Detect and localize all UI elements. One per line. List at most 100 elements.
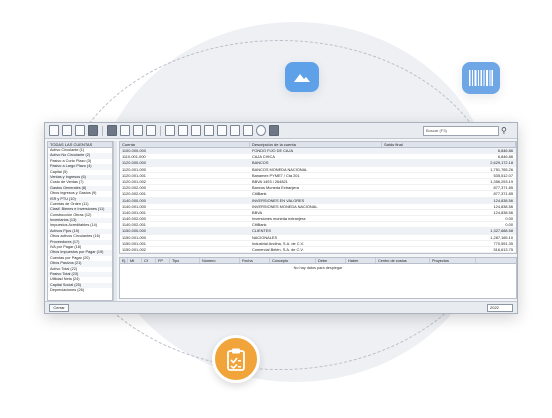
cell-description: Banamex PYME7 / Cta 201 — [252, 172, 300, 178]
cell-description: Comercial Belén, S.A. de C.V. — [252, 247, 304, 252]
cell-account: 1120-002-001 — [122, 191, 146, 197]
cell-balance: 1,751,765.26 — [490, 166, 513, 172]
detail-column-header[interactable]: Tipo — [170, 258, 200, 263]
cell-description: BANCOS — [252, 160, 269, 166]
list-item[interactable]: Depreciaciones (26) — [48, 288, 112, 293]
column-header-account[interactable]: Cuenta — [120, 142, 250, 147]
cell-account: 1120-000-000 — [122, 160, 146, 166]
cell-balance: 535,512.07 — [493, 172, 513, 178]
copy-document-icon[interactable] — [62, 125, 72, 136]
cell-balance: 0.00 — [505, 216, 513, 222]
cell-balance: 6,846.86 — [497, 154, 513, 160]
detail-header: Ej Mt Cf FP Tipo Número Fecha Concepto Debe Haber… — [120, 258, 516, 264]
detail-column-header[interactable]: Número — [200, 258, 240, 263]
table-row[interactable]: 1150-001-002 Comercial Belén, S.A. de C.V… — [120, 247, 516, 253]
report-icon[interactable] — [133, 125, 143, 136]
cell-account: 1120-002-000 — [122, 185, 146, 191]
image-card — [285, 62, 319, 92]
detail-column-header[interactable]: Proyectos — [430, 258, 476, 263]
detail-column-header[interactable]: Ej — [120, 258, 128, 263]
refresh-icon[interactable] — [230, 125, 240, 136]
cell-balance: 124,838.56 — [493, 203, 513, 209]
cell-balance: 124,838.56 — [493, 197, 513, 203]
cell-balance: 0.00 — [505, 222, 513, 228]
merge-icon[interactable] — [178, 125, 188, 136]
cell-account: 1140-001-000 — [122, 203, 146, 209]
accounts-grid: Cuenta Descripción de la cuenta Saldo fi… — [119, 141, 517, 254]
filter-icon[interactable] — [88, 125, 98, 136]
cell-description: INVERSIONES EN VALORES — [252, 197, 305, 203]
cell-balance: 1,327,688.58 — [490, 228, 513, 234]
detail-column-header[interactable]: Fecha — [240, 258, 270, 263]
empty-message: No hay datos para desplegar — [293, 266, 343, 270]
print-icon[interactable] — [107, 125, 117, 136]
cell-description: FONDO FIJO DE CAJA — [252, 148, 294, 153]
search-icon[interactable]: ⚲ — [501, 126, 511, 136]
cell-description: Bancos Moneda Extranjera — [252, 185, 299, 191]
cell-balance: 877,371.85 — [493, 185, 513, 191]
settings-icon[interactable] — [243, 125, 253, 136]
cell-account: 1140-002-000 — [122, 216, 146, 222]
column-header-description[interactable]: Descripción de la cuenta — [250, 142, 382, 147]
detail-column-header[interactable]: Haber — [346, 258, 376, 263]
cell-account: 1140-001-001 — [122, 209, 146, 215]
cell-description: NACIONALES — [252, 234, 278, 240]
cell-description: Industrial Andina, S.A. de C.V. — [252, 240, 304, 246]
app-window: Buscar (F3) ⚲ TODAS LAS CUENTAS Activo C… — [44, 122, 518, 314]
exit-icon[interactable] — [269, 125, 279, 136]
cell-account: 1120-001-000 — [122, 166, 146, 172]
cell-description: CitiBank — [252, 191, 267, 197]
new-document-icon[interactable] — [49, 125, 59, 136]
barcode-card — [462, 62, 500, 94]
column-header-balance[interactable]: Saldo final — [382, 142, 516, 147]
cell-account: 1140-000-000 — [122, 197, 146, 203]
import-icon[interactable] — [146, 125, 156, 136]
barcode-icon — [469, 70, 493, 86]
cell-account: 1120-001-002 — [122, 178, 146, 184]
clipboard-check-icon — [227, 348, 245, 371]
cell-balance: 124,838.56 — [493, 209, 513, 215]
cell-account: 1150-000-000 — [122, 228, 146, 234]
cell-description: Inversiones moneda extranjera — [252, 216, 306, 222]
cell-description: BBVA — [252, 209, 263, 215]
cell-balance: 770,551.35 — [493, 240, 513, 246]
cell-account: 1150-001-000 — [122, 234, 146, 240]
move-icon[interactable] — [217, 125, 227, 136]
detail-column-header[interactable]: Debe — [316, 258, 346, 263]
cell-balance: 516,613.75 — [493, 247, 513, 252]
toolbar-separator — [102, 125, 103, 136]
cell-account: 1120-001-001 — [122, 172, 146, 178]
detail-column-header[interactable]: Concepto — [270, 258, 316, 263]
cell-balance: 2,629,172.18 — [490, 160, 513, 166]
detail-column-header[interactable]: Mt — [128, 258, 142, 263]
list-item[interactable]: Clasif. Bienes e Inversiones (11) — [48, 207, 112, 213]
search-input[interactable]: Buscar (F3) — [423, 126, 499, 136]
cell-balance: 877,371.85 — [493, 191, 513, 197]
cell-description: CLIENTES — [252, 228, 272, 234]
cell-description: CitiBank — [252, 222, 267, 228]
detail-column-header[interactable]: FP — [156, 258, 170, 263]
document-icon[interactable] — [75, 125, 85, 136]
detail-column-header[interactable]: Centro de costos — [376, 258, 430, 263]
year-select[interactable]: 2022 — [487, 304, 513, 312]
toolbar-separator — [160, 125, 161, 136]
detail-column-header[interactable]: Cf — [142, 258, 156, 263]
cell-balance: 1,287,165.10 — [490, 234, 513, 240]
cell-account: 1150-001-001 — [122, 240, 146, 246]
cell-account: 1150-001-002 — [122, 247, 146, 252]
split-icon[interactable] — [191, 125, 201, 136]
cell-account: 1110-001-000 — [122, 154, 146, 160]
mountain-icon — [294, 74, 310, 82]
cell-account: 1140-002-001 — [122, 222, 146, 228]
account-type-list: TODAS LAS CUENTAS Activo Circulante (1) A… — [47, 141, 113, 301]
status-bar: Cerrar 2022 — [45, 301, 517, 313]
help-icon[interactable] — [256, 125, 266, 136]
close-button[interactable]: Cerrar — [49, 304, 69, 312]
lock-icon[interactable] — [165, 125, 175, 136]
list-scrollbar[interactable] — [113, 141, 117, 301]
transfer-icon[interactable] — [204, 125, 214, 136]
cell-description: CAJA CHICA — [252, 154, 275, 160]
cell-description: BBVA 1493 / 264821 — [252, 178, 288, 184]
export-icon[interactable] — [120, 125, 130, 136]
cell-description: BANCOS MONEDA NACIONAL — [252, 166, 308, 172]
